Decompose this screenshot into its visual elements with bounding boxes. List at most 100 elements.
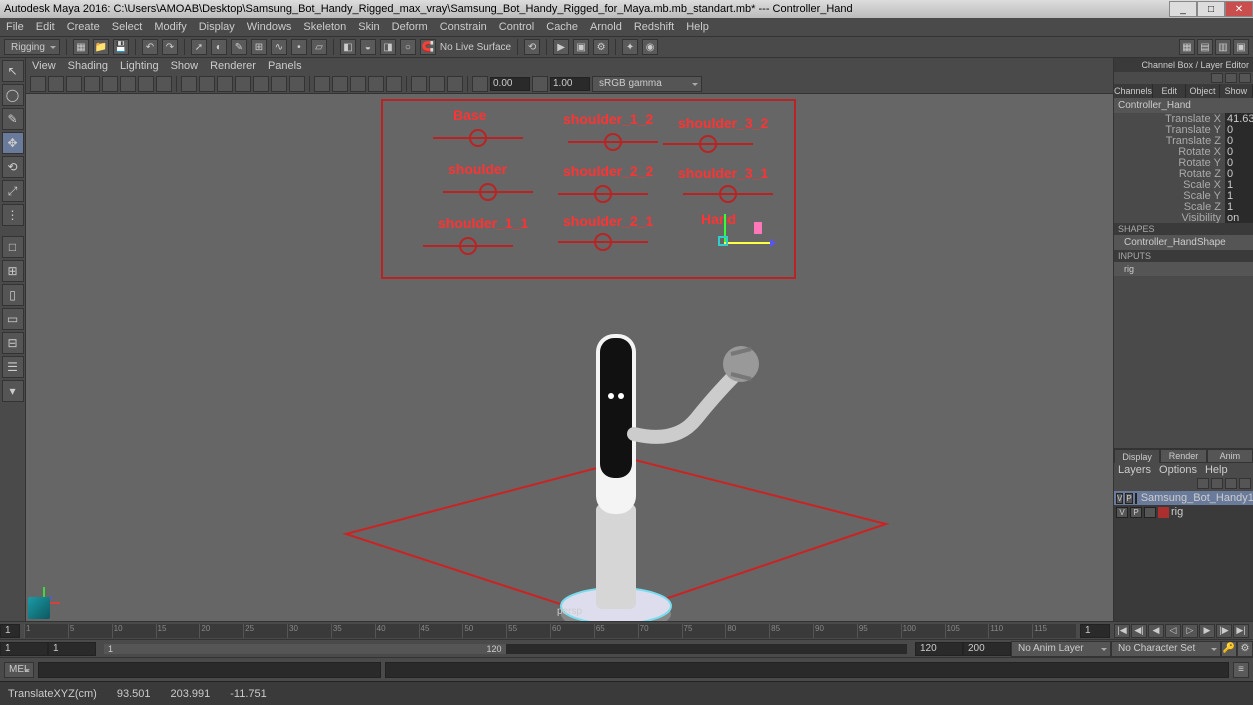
layer-vis-toggle[interactable]: V (1116, 493, 1123, 504)
menu-cache[interactable]: Cache (546, 21, 578, 33)
panel-menu-renderer[interactable]: Renderer (210, 60, 256, 72)
menu-constrain[interactable]: Constrain (440, 21, 487, 33)
layer-name[interactable]: Samsung_Bot_Handy1 (1141, 492, 1253, 504)
ui-toggle-3-icon[interactable]: ▥ (1215, 39, 1231, 55)
ctrl-slider-s32[interactable] (663, 143, 753, 145)
range-start-outer[interactable] (0, 642, 48, 656)
anim-layer-dropdown[interactable]: No Anim Layer (1011, 641, 1111, 657)
layer-menu-layers[interactable]: Layers (1118, 464, 1151, 476)
new-scene-icon[interactable]: ▦ (73, 39, 89, 55)
layer-tab-display[interactable]: Display (1114, 449, 1160, 463)
snap-grid-icon[interactable]: ⊞ (251, 39, 267, 55)
menu-select[interactable]: Select (112, 21, 143, 33)
script-editor-icon[interactable]: ≡ (1233, 662, 1249, 678)
toggle-icon[interactable]: ◉ (642, 39, 658, 55)
menu-arnold[interactable]: Arnold (590, 21, 622, 33)
layer-row[interactable]: V P Samsung_Bot_Handy1 (1114, 491, 1253, 505)
gate-mask-icon[interactable] (120, 76, 136, 92)
robot-mesh[interactable] (556, 314, 786, 621)
ui-toggle-2-icon[interactable]: ▤ (1197, 39, 1213, 55)
undo-icon[interactable]: ↶ (142, 39, 158, 55)
cb-mode-3-icon[interactable] (1239, 73, 1251, 83)
layer-menu-options[interactable]: Options (1159, 464, 1197, 476)
ui-toggle-4-icon[interactable]: ▣ (1233, 39, 1249, 55)
play-back-icon[interactable]: ◁ (1165, 624, 1181, 638)
textured-icon[interactable] (235, 76, 251, 92)
step-back-icon[interactable]: ◀ (1148, 624, 1164, 638)
gamma-reset-icon[interactable] (532, 76, 548, 92)
select-mode-icon[interactable]: ➚ (191, 39, 207, 55)
manipulator-x-axis[interactable] (724, 242, 774, 244)
move-tool-icon[interactable]: ✥ (2, 132, 24, 154)
renderer-icon[interactable] (447, 76, 463, 92)
cb-mode-1-icon[interactable] (1211, 73, 1223, 83)
layout-single-icon[interactable]: □ (2, 236, 24, 258)
paint-tool-icon[interactable]: ✎ (2, 108, 24, 130)
time-slider[interactable]: 1510152025303540455055606570758085909510… (24, 624, 1076, 638)
layer-row[interactable]: V P rig (1114, 505, 1253, 519)
snap-plane-icon[interactable]: ▱ (311, 39, 327, 55)
layer-new-selected-icon[interactable] (1239, 478, 1251, 489)
ctrl-slider-s22[interactable] (558, 193, 648, 195)
exposure-icon[interactable] (429, 76, 445, 92)
lasso-tool-icon[interactable]: ◯ (2, 84, 24, 106)
ctrl-slider-base[interactable] (433, 137, 523, 139)
ctrl-slider-s31[interactable] (683, 193, 773, 195)
shaded-icon[interactable] (217, 76, 233, 92)
ctrl-slider-s11[interactable] (423, 245, 513, 247)
colorspace-dropdown[interactable]: sRGB gamma (592, 76, 702, 92)
workspace-dropdown[interactable]: Rigging (4, 39, 60, 55)
goto-start-icon[interactable]: |◀ (1114, 624, 1130, 638)
exposure-reset-icon[interactable] (472, 76, 488, 92)
layer-moveup-icon[interactable] (1211, 478, 1223, 489)
selected-object-name[interactable]: Controller_Hand (1114, 98, 1253, 113)
field-chart-icon[interactable] (138, 76, 154, 92)
ctrl-slider-s21[interactable] (558, 241, 648, 243)
open-scene-icon[interactable]: 📁 (93, 39, 109, 55)
layout-outliner-icon[interactable]: ☰ (2, 356, 24, 378)
menu-deform[interactable]: Deform (392, 21, 428, 33)
range-end-outer[interactable] (963, 642, 1011, 656)
redo-icon[interactable]: ↷ (162, 39, 178, 55)
dof-icon[interactable] (411, 76, 427, 92)
manipulator-z-plane[interactable] (754, 222, 762, 234)
layer-name[interactable]: rig (1171, 506, 1183, 518)
range-end-inner[interactable] (915, 642, 963, 656)
bookmark-icon[interactable] (48, 76, 64, 92)
safe-action-icon[interactable] (156, 76, 172, 92)
scale-tool-icon[interactable]: ⤢ (2, 180, 24, 202)
snap-point-icon[interactable]: • (291, 39, 307, 55)
minimize-button[interactable]: _ (1169, 1, 1197, 17)
cb-tab-edit[interactable]: Edit (1153, 84, 1186, 98)
sym-off-icon[interactable]: ○ (400, 39, 416, 55)
menu-redshift[interactable]: Redshift (634, 21, 674, 33)
xgen-icon[interactable]: ✦ (622, 39, 638, 55)
range-slider[interactable]: 1 120 (104, 644, 907, 654)
menu-display[interactable]: Display (199, 21, 235, 33)
history-icon[interactable]: ⟲ (524, 39, 540, 55)
last-tool-icon[interactable]: ⋮ (2, 204, 24, 226)
layer-playback-toggle[interactable]: P (1130, 507, 1142, 518)
layout-two-v-icon[interactable]: ▯ (2, 284, 24, 306)
live-icon[interactable]: 🧲 (420, 39, 436, 55)
wireframe-icon[interactable] (199, 76, 215, 92)
goto-end-icon[interactable]: ▶| (1233, 624, 1249, 638)
layer-tab-render[interactable]: Render (1160, 449, 1206, 463)
film-gate-icon[interactable] (84, 76, 100, 92)
layout-custom-icon[interactable]: ▾ (2, 380, 24, 402)
xray-icon[interactable] (314, 76, 330, 92)
prefs-icon[interactable]: ⚙ (1237, 641, 1253, 657)
command-input[interactable] (38, 662, 381, 678)
layer-menu-help[interactable]: Help (1205, 464, 1228, 476)
layer-movedown-icon[interactable] (1197, 478, 1209, 489)
layer-color-swatch[interactable] (1158, 507, 1169, 518)
menu-control[interactable]: Control (499, 21, 534, 33)
manipulator-center[interactable] (718, 236, 728, 246)
res-gate-icon[interactable] (102, 76, 118, 92)
layout-three-icon[interactable]: ⊟ (2, 332, 24, 354)
save-scene-icon[interactable]: 💾 (113, 39, 129, 55)
layer-vis-toggle[interactable]: V (1116, 507, 1128, 518)
layer-new-empty-icon[interactable] (1225, 478, 1237, 489)
cb-tab-channels[interactable]: Channels (1114, 84, 1153, 98)
panel-menu-panels[interactable]: Panels (268, 60, 302, 72)
